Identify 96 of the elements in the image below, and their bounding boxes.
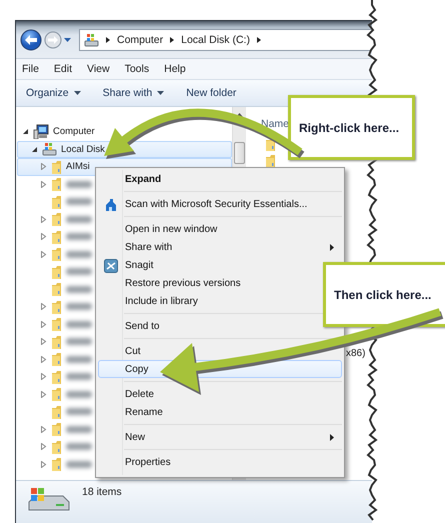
folder-icon (51, 230, 62, 244)
expanded-arrow-icon[interactable] (31, 146, 38, 153)
item-count: 18 items (82, 486, 122, 498)
folder-icon (51, 387, 62, 402)
menu-item[interactable]: Delete (125, 388, 154, 400)
toolbar-button[interactable]: New folder (186, 87, 236, 99)
blurred-text (66, 268, 92, 276)
blurred-text (66, 373, 92, 380)
address-bar[interactable]: Computer Local Disk (C:) (79, 28, 372, 50)
collapsed-arrow-icon[interactable] (40, 356, 47, 363)
folder-icon (51, 300, 62, 314)
menu-item[interactable]: New (125, 432, 146, 442)
toolbar-button[interactable]: Share with (102, 87, 164, 99)
blurred-text (66, 180, 92, 188)
collapsed-arrow-icon[interactable] (40, 163, 47, 170)
blurred-text (66, 320, 92, 328)
blurred-text (66, 356, 92, 363)
menu-item[interactable]: Share with (125, 242, 172, 252)
blurred-text (66, 216, 92, 223)
folder-icon (51, 457, 62, 472)
menu-item[interactable]: Rename (125, 406, 163, 418)
collapsed-arrow-icon[interactable] (40, 443, 47, 450)
blurred-text (66, 303, 92, 310)
menu-item[interactable]: Cut (125, 346, 141, 356)
menu-item[interactable]: Scan with Microsoft Security Essentials... (125, 198, 308, 210)
house-icon (104, 198, 118, 212)
chevron-icon (105, 36, 111, 44)
folder-icon (51, 352, 62, 366)
blurred-text (66, 338, 92, 346)
menu[interactable]: View (87, 63, 110, 75)
folder-icon (51, 440, 62, 454)
folder-icon (51, 282, 62, 296)
blurred-text (66, 460, 92, 468)
collapsed-arrow-icon[interactable] (40, 426, 47, 433)
breadcrumb[interactable]: Local Disk (C:) (181, 34, 250, 46)
folder-icon (265, 154, 276, 168)
collapsed-arrow-icon[interactable] (40, 233, 47, 240)
callout-text: Right-click here... (299, 120, 400, 134)
folder-icon (51, 317, 62, 332)
collapsed-arrow-icon[interactable] (40, 303, 47, 310)
blurred-text (66, 233, 92, 240)
menu-item[interactable]: Send to (125, 320, 160, 332)
menu-item[interactable]: Properties (125, 456, 171, 468)
folder-icon (51, 247, 62, 262)
folder-icon (51, 422, 62, 436)
folder-icon (51, 160, 62, 174)
blurred-text (66, 198, 92, 206)
folder-icon (51, 212, 62, 226)
forward-button[interactable] (44, 30, 62, 48)
blurred-text (66, 286, 92, 293)
blurred-text (66, 426, 92, 433)
menu[interactable]: Tools (124, 63, 150, 75)
folder-icon (51, 404, 62, 419)
callout-text: Then click here... (334, 288, 432, 302)
collapsed-arrow-icon[interactable] (40, 338, 47, 346)
drive-icon (42, 142, 57, 156)
menu[interactable]: Help (164, 63, 186, 75)
folder-icon (51, 177, 62, 192)
folder-icon (51, 334, 62, 349)
menu-item[interactable]: Open in new window (125, 224, 218, 234)
blurred-text (66, 408, 92, 416)
menu[interactable]: File (22, 63, 39, 75)
tree-item[interactable]: Computer (17, 123, 96, 140)
expanded-arrow-icon[interactable] (22, 128, 29, 136)
menu[interactable]: Edit (54, 63, 72, 75)
menu-item[interactable]: Snagit (125, 260, 154, 270)
scroll-up-arrow-icon[interactable] (236, 112, 243, 116)
blurred-text (66, 443, 92, 450)
breadcrumb[interactable]: Computer (117, 34, 164, 46)
menu-item[interactable]: Restore previous versions (125, 278, 241, 288)
collapsed-arrow-icon[interactable] (40, 216, 47, 223)
collapsed-arrow-icon[interactable] (40, 320, 47, 328)
toolbar-button[interactable]: Organize (26, 87, 81, 99)
column-header[interactable]: Name (261, 118, 290, 130)
scrollbar-thumb[interactable] (234, 142, 245, 164)
folder-icon (51, 264, 62, 279)
collapsed-arrow-icon[interactable] (40, 250, 47, 258)
back-button[interactable] (20, 28, 42, 50)
chevron-icon (169, 36, 176, 44)
drive-icon (84, 32, 99, 46)
blurred-text (66, 390, 92, 398)
folder-icon (51, 370, 62, 384)
collapsed-arrow-icon[interactable] (40, 390, 47, 398)
folder-icon (51, 194, 62, 209)
file-name: x86) (346, 348, 366, 360)
collapsed-arrow-icon[interactable] (40, 460, 47, 468)
collapsed-arrow-icon[interactable] (40, 180, 47, 188)
menu-item[interactable]: Expand (125, 174, 162, 184)
menu-item[interactable]: Include in library (125, 296, 198, 306)
history-caret-icon[interactable] (64, 38, 71, 42)
drive-icon (26, 486, 70, 512)
computer-icon (33, 124, 49, 140)
chevron-icon (256, 36, 262, 44)
collapsed-arrow-icon[interactable] (40, 373, 47, 380)
blurred-text (66, 250, 92, 258)
app-icon (104, 259, 118, 273)
